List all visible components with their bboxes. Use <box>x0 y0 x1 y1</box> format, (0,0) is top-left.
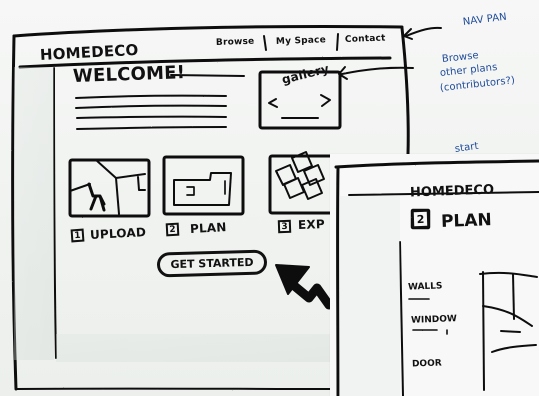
content-left-border <box>53 67 57 359</box>
step-label-plan: PLAN <box>189 220 227 236</box>
overlay-step-number: 2 <box>411 209 430 229</box>
main-frame-right <box>400 26 410 156</box>
overlay-plan-line-3 <box>482 305 533 327</box>
gallery-callout-arrow <box>341 66 414 75</box>
plan-inner-door <box>186 186 195 196</box>
step-number-explore: 3 <box>277 219 292 234</box>
overlay-sidebar-shading <box>339 196 400 396</box>
paper-sketch-photo: HOMEDECO Browse My Space Contact WELCOME… <box>0 0 539 396</box>
upload-room-wall-2 <box>115 177 120 215</box>
overlay-frame-top <box>334 159 539 169</box>
gallery-left-arrow <box>268 98 278 108</box>
main-left-shading <box>14 67 54 360</box>
plan-shape <box>173 172 232 206</box>
welcome-copy-line-2 <box>75 104 227 109</box>
nav-divider-two <box>336 33 339 51</box>
overlay-plan-line-6 <box>491 344 537 353</box>
welcome-copy-line-4 <box>76 126 227 130</box>
step-label-explore: EXP <box>297 217 326 232</box>
nav-my-space[interactable]: My Space <box>276 35 326 47</box>
upload-room-door <box>137 176 146 191</box>
overlay-sidebar-divider <box>399 241 404 396</box>
overlay-plan-line-2 <box>482 271 485 391</box>
overlay-tool-window[interactable]: WINDOW <box>411 314 457 326</box>
nav-contact[interactable]: Contact <box>345 34 386 45</box>
overlay-tool-walls[interactable]: WALLS <box>408 281 443 292</box>
welcome-copy-line-3 <box>76 115 227 119</box>
overlay-plan-line-4 <box>500 330 521 333</box>
overlay-brand-title: HOMEDECO <box>409 182 495 201</box>
upload-chair <box>87 182 106 212</box>
nav-browse[interactable]: Browse <box>216 37 255 48</box>
step-number-upload: 1 <box>70 228 85 243</box>
get-started-button[interactable]: GET STARTED <box>156 249 268 278</box>
upload-thumbnail <box>68 158 151 218</box>
overlay-tool-door[interactable]: DOOR <box>412 358 442 369</box>
welcome-copy-line-1 <box>75 94 227 99</box>
nav-divider-one <box>263 35 267 51</box>
main-bottom-shading <box>56 334 330 362</box>
upload-room-wall-1 <box>95 159 146 179</box>
step-label-upload: UPLOAD <box>89 225 147 242</box>
step-number-plan: 2 <box>165 222 180 237</box>
explore-card-1 <box>275 164 297 186</box>
upload-room-wall-3 <box>69 183 91 192</box>
overlay-plan-line-5 <box>512 273 515 320</box>
welcome-heading: WELCOME! <box>72 62 186 87</box>
gallery-right-arrow <box>320 94 331 107</box>
overlay-step-label: PLAN <box>440 210 493 232</box>
overlay-plan-line-1 <box>479 271 538 278</box>
overlay-sketch-photo: HOMEDECO 2 PLAN WALLS WINDOW DOOR <box>330 154 539 396</box>
